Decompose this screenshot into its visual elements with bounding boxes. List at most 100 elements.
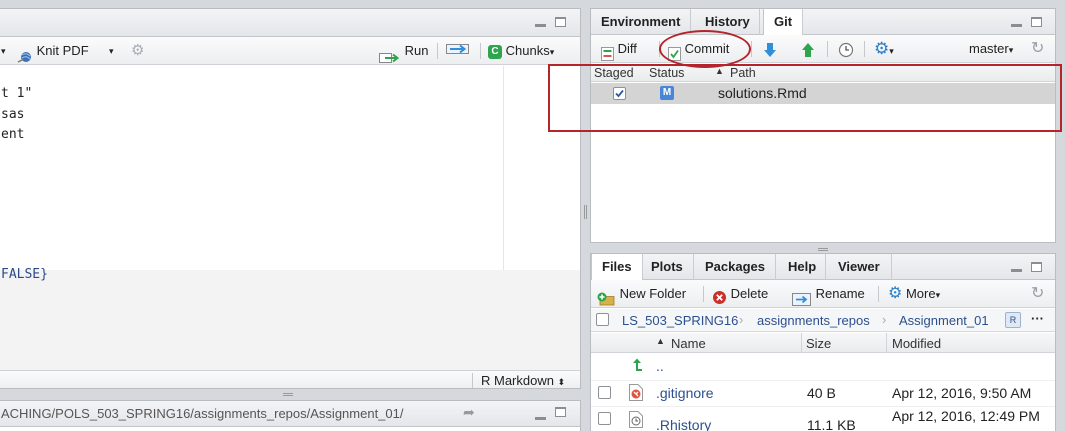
delete-icon [712,287,727,305]
files-tabbar: Files Plots Packages Help Viewer [591,254,1055,281]
gear-icon: ⚙ [874,39,890,58]
files-toolbar: New Folder Delete Rename ⚙ More▾ ↻ [591,280,1055,308]
tab-git[interactable]: Git [763,9,804,36]
tab-viewer[interactable]: Viewer [827,254,892,280]
rerun-icon[interactable] [446,37,470,65]
toolbar-separator [751,41,752,57]
pane-splitter-handle[interactable] [283,393,293,396]
breadcrumb-separator-icon: › [739,312,744,327]
select-all-checkbox[interactable] [596,313,609,326]
list-item[interactable]: .. [591,354,1055,379]
new-folder-label: New Folder [619,286,687,301]
maximize-icon[interactable] [1031,262,1042,272]
chevron-down-icon: ▾ [549,47,555,57]
delete-button[interactable]: Delete [712,280,768,308]
refresh-icon[interactable]: ↻ [1031,35,1044,63]
folder-plus-icon [597,288,616,305]
push-arrow-icon[interactable] [800,35,816,63]
column-modified[interactable]: Modified [892,336,941,351]
chevron-down-icon: ▾ [889,46,894,56]
minimize-icon[interactable] [535,410,546,420]
console-path: ACHING/POLS_503_SPRING16/assignments_rep… [1,406,404,421]
table-row[interactable]: .gitignore 40 B Apr 12, 2016, 9:50 AM [591,380,1055,405]
mode-selector[interactable]: R Markdown ⬍ [481,373,565,388]
toolbar-separator [827,41,828,57]
tab-environment[interactable]: Environment [591,9,692,35]
navigate-arrow-icon[interactable]: ➦ [463,404,475,421]
breadcrumb-separator-icon: › [882,312,887,327]
code-area[interactable] [0,66,503,270]
file-modified: Apr 12, 2016, 12:49 PM [892,408,1040,424]
tab-help[interactable]: Help [779,254,827,280]
knit-button[interactable]: Knit PDF [17,37,89,65]
console-pane: ACHING/POLS_503_SPRING16/assignments_rep… [0,400,581,431]
breadcrumb-item[interactable]: assignments_repos [757,313,870,328]
diff-icon [601,43,614,61]
delete-label: Delete [730,286,769,301]
code-line: ent [1,127,25,142]
new-folder-button[interactable]: New Folder [597,280,686,308]
annotation-rectangle [548,64,1062,132]
pane-splitter-handle[interactable] [818,248,828,251]
toolbar-separator [437,43,438,59]
file-name-link[interactable]: .gitignore [656,385,714,401]
sort-ascending-icon: ▲ [656,336,665,346]
knit-dropdown-icon[interactable]: ▾ [109,37,114,65]
dropdown-arrow-icon[interactable]: ▾ [1,37,6,65]
annotation-ellipse [659,30,751,68]
minimize-icon[interactable] [1011,262,1022,272]
file-size: 40 B [807,385,836,401]
chunks-button[interactable]: C Chunks▾ [488,37,554,65]
editor-statusbar: R Markdown ⬍ [0,370,580,388]
row-checkbox[interactable] [598,412,611,425]
minimize-icon[interactable] [535,17,546,27]
clock-icon[interactable] [838,35,854,63]
table-row[interactable]: .Rhistory 11.1 KB Apr 12, 2016, 12:49 PM [591,406,1055,431]
files-pane: Files Plots Packages Help Viewer New Fol… [590,253,1056,431]
more-path-icon[interactable]: ··· [1031,311,1044,326]
tab-packages[interactable]: Packages [695,254,776,280]
toolbar-separator [878,286,879,302]
toolbar-separator [864,41,865,57]
toolbar-separator [703,286,704,302]
code-line: sas [1,107,25,122]
more-label: More [905,286,936,301]
file-name-link[interactable]: .Rhistory [656,417,711,431]
chunk-header-line: FALSE} [1,267,48,282]
git-gear-menu[interactable]: ⚙▾ [874,35,894,63]
run-button[interactable]: Run [379,37,428,65]
project-icon[interactable]: R [1005,312,1021,328]
refresh-icon[interactable]: ↻ [1031,280,1044,308]
tab-plots[interactable]: Plots [641,254,694,280]
up-arrow-icon [629,357,645,376]
more-menu-button[interactable]: ⚙ More▾ [888,280,940,308]
column-divider [801,333,802,353]
column-name[interactable]: Name [671,336,706,351]
rename-icon [792,288,812,307]
breadcrumb-item[interactable]: LS_503_SPRING16 [622,313,738,328]
editor-tabbar [0,9,580,37]
rename-label: Rename [815,286,865,301]
yarn-ball-icon [17,45,33,63]
gear-icon[interactable]: ⚙ [131,37,144,65]
breadcrumb-item[interactable]: Assignment_01 [899,313,989,328]
maximize-icon[interactable] [555,407,566,417]
minimize-icon[interactable] [1011,17,1022,27]
tab-files[interactable]: Files [591,254,643,281]
column-divider [886,333,887,353]
breadcrumb: LS_503_SPRING16 › assignments_repos › As… [591,309,1055,332]
maximize-icon[interactable] [555,17,566,27]
branch-selector[interactable]: master▾ [969,35,1013,63]
column-size[interactable]: Size [806,336,831,351]
editor-pane: ▾ Knit PDF ▾ ⚙ Run C Chunks▾ t 1" sas en… [0,8,581,389]
rename-button[interactable]: Rename [792,280,865,308]
pull-arrow-icon[interactable] [762,35,778,63]
console-tabbar: ACHING/POLS_503_SPRING16/assignments_rep… [0,401,580,427]
parent-directory-link[interactable]: .. [656,358,664,374]
vertical-splitter-handle[interactable] [584,205,587,219]
row-checkbox[interactable] [598,386,611,399]
margin-line [503,66,504,270]
maximize-icon[interactable] [1031,17,1042,27]
mode-divider [472,373,473,388]
diff-button[interactable]: Diff [601,35,637,63]
